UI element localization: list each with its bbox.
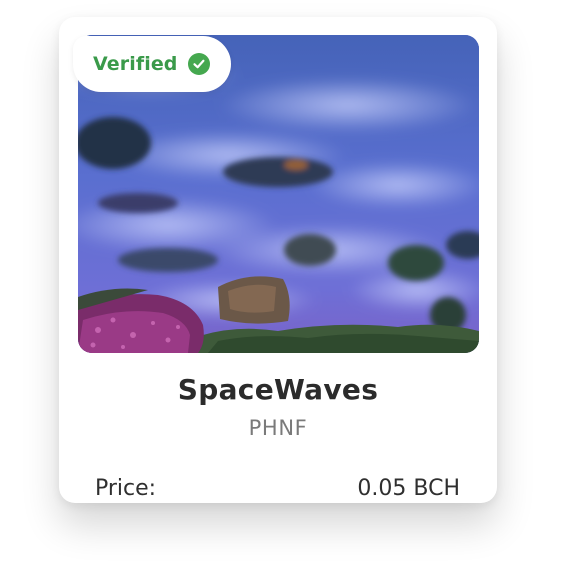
check-circle-icon [187,53,210,75]
price-label: Price: [95,476,157,501]
nft-name: SpaceWaves [177,373,379,406]
page: Verified SpaceWaves PHNF Price: 0.05 BCH [0,0,573,572]
verified-label: Verified [93,53,178,75]
price-row: Price: 0.05 BCH [95,476,460,501]
price-value: 0.05 BCH [357,476,460,501]
nft-symbol: PHNF [248,416,308,440]
verified-badge: Verified [73,36,231,92]
nft-card[interactable]: Verified SpaceWaves PHNF Price: 0.05 BCH [59,17,497,503]
